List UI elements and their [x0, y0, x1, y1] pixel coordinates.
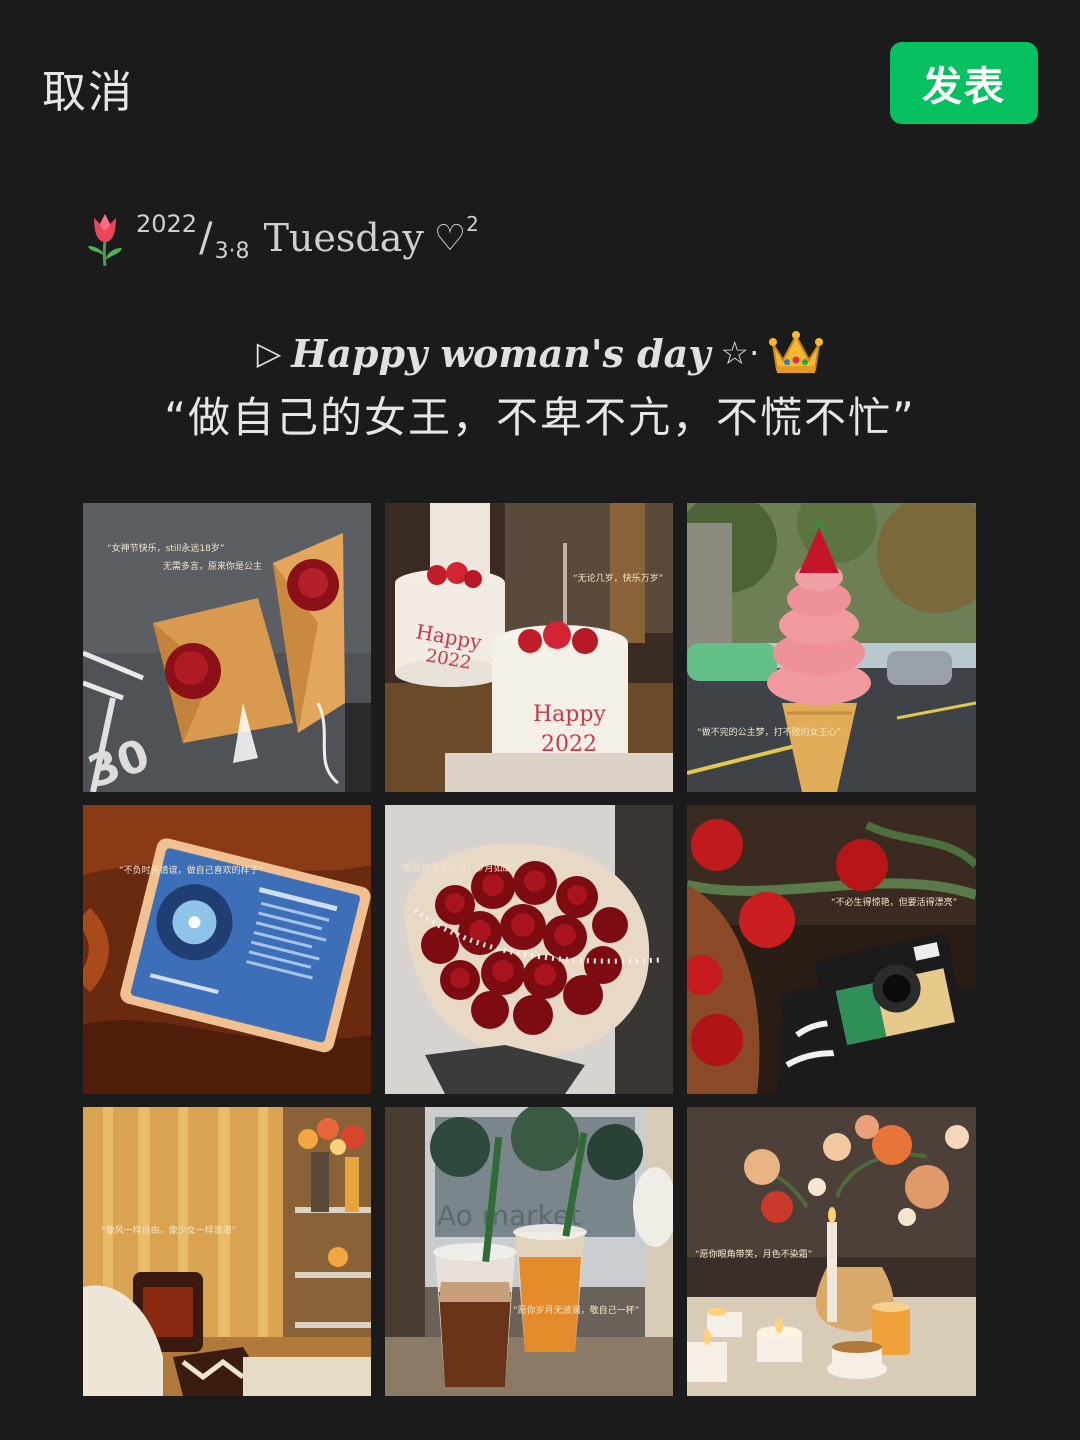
photo-caption: “愿你被温柔以待，岁月如故”: [399, 864, 517, 874]
post-heading: ▷ Happy woman's day ☆·: [0, 330, 1080, 376]
photo-happy-2022-cakes[interactable]: Happy 2022 Happy 2022 “无论几岁，快乐万岁”: [385, 503, 673, 792]
star-icon: ☆·: [720, 334, 760, 372]
rose-pearl-image: [385, 805, 673, 1094]
photo-caption: “愿你岁月无波澜，敬自己一杯”: [513, 1306, 640, 1316]
heart-icon: ♡: [433, 217, 467, 259]
ice-cream-image: [687, 503, 976, 792]
post-weekday: Tuesday: [263, 216, 424, 260]
post-quote: “做自己的女王，不卑不亢，不慌不忙”: [164, 393, 916, 442]
heading-text: Happy woman's day: [291, 330, 711, 376]
photo-caption: “不负时光情谊，做自己喜欢的样子”: [119, 866, 264, 876]
cakes-image: Happy 2022 Happy 2022: [385, 503, 673, 792]
photo-strawberry-ice-cream[interactable]: “做不完的公主梦，打不败的女王心”: [687, 503, 976, 792]
heart-superscript: 2: [466, 212, 479, 236]
photo-caption: 无需多言，原来你是公主: [163, 562, 263, 572]
photo-grid: 30 “女神节快乐，still永远18岁” 无需多言，原来你是公主 Happy: [83, 503, 976, 1396]
photo-rose-bouquet[interactable]: 30 “女神节快乐，still永远18岁” 无需多言，原来你是公主: [83, 503, 371, 792]
tomatoes-camera-image: [687, 805, 976, 1094]
post-date-line: 2022 / 3·8 Tuesday ♡ 2: [84, 208, 479, 268]
play-triangle-icon: ▷: [256, 334, 282, 372]
photo-caption: “愿你眼角带笑，月色不染霜”: [695, 1250, 813, 1260]
cancel-button[interactable]: 取消: [42, 56, 134, 120]
photo-caption: “女神节快乐，still永远18岁”: [107, 544, 225, 554]
tulip-icon: [88, 214, 122, 266]
photo-candles-flowers[interactable]: “愿你眼角带笑，月色不染霜”: [687, 1107, 976, 1396]
publish-button[interactable]: 发表: [890, 42, 1038, 124]
post-year: 2022: [136, 210, 198, 238]
cozy-room-image: [83, 1107, 371, 1396]
iced-drinks-image: Ao market: [385, 1107, 673, 1396]
photo-tablet-music[interactable]: “不负时光情谊，做自己喜欢的样子”: [83, 805, 371, 1094]
post-date-slash: /: [199, 215, 213, 261]
post-month-day: 3·8: [214, 239, 250, 264]
photo-tomatoes-camera[interactable]: “不必生得惊艳，但要活得漂亮”: [687, 805, 976, 1094]
photo-iced-drinks[interactable]: Ao market “愿你岁月无波澜，敬自己一杯”: [385, 1107, 673, 1396]
photo-caption: “无论几岁，快乐万岁”: [573, 574, 664, 584]
photo-red-rose-bouquet[interactable]: “愿你被温柔以待，岁月如故”: [385, 805, 673, 1094]
crown-icon: [769, 331, 824, 373]
photo-caption: “像风一样自由，像少女一样浪漫”: [101, 1226, 237, 1236]
svg-text:2022: 2022: [541, 732, 597, 757]
tablet-image: [83, 805, 371, 1094]
photo-caption: “不必生得惊艳，但要活得漂亮”: [831, 898, 958, 908]
photo-cozy-room[interactable]: “像风一样自由，像少女一样浪漫”: [83, 1107, 371, 1396]
photo-caption: “做不完的公主梦，打不败的女王心”: [697, 728, 842, 738]
large-cake-text: Happy: [533, 702, 606, 727]
